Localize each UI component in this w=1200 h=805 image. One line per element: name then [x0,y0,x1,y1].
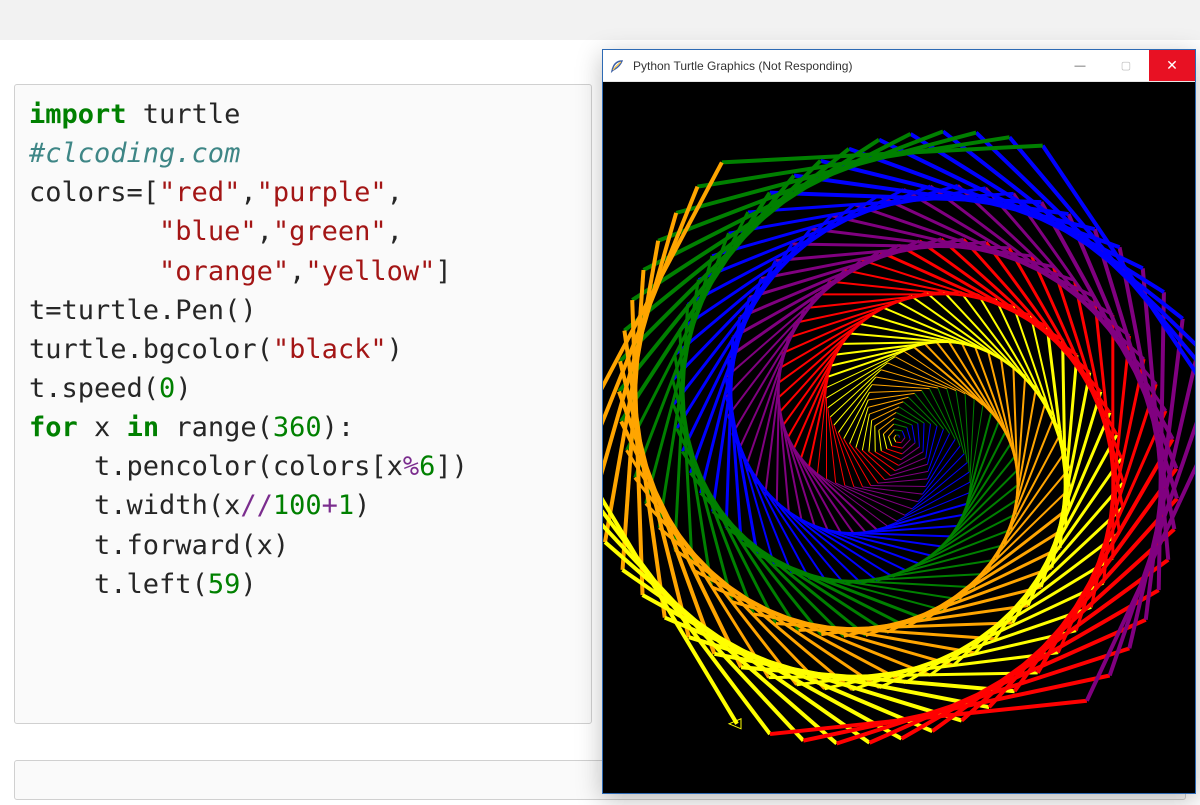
window-buttons: — ▢ ✕ [1057,50,1195,81]
page-background-stripe [0,0,1200,40]
turtle-canvas [603,82,1195,793]
python-feather-icon [603,58,631,74]
spiral-graphic [603,82,1195,793]
comment: #clcoding.com [29,138,240,169]
kw-import: import [29,99,127,130]
code-editor-panel: import turtle #clcoding.com colors=["red… [14,84,592,724]
close-button[interactable]: ✕ [1149,50,1195,81]
turtle-graphics-window[interactable]: Python Turtle Graphics (Not Responding) … [602,49,1196,794]
python-source: import turtle #clcoding.com colors=["red… [29,95,577,604]
window-title: Python Turtle Graphics (Not Responding) [631,59,1057,73]
maximize-button[interactable]: ▢ [1103,50,1149,81]
minimize-button[interactable]: — [1057,50,1103,81]
window-titlebar[interactable]: Python Turtle Graphics (Not Responding) … [603,50,1195,82]
